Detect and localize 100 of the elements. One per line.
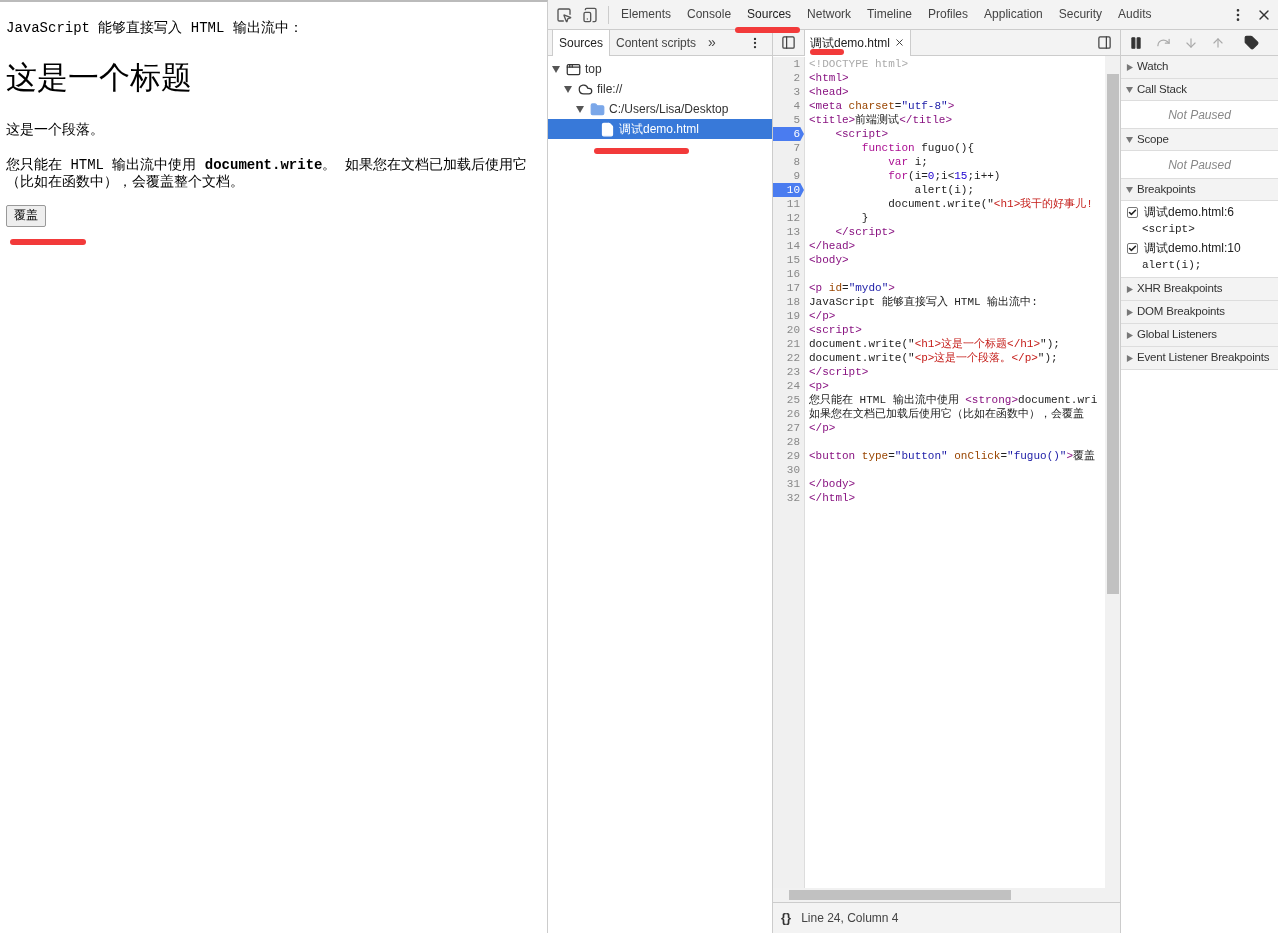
line-number[interactable]: 23	[773, 365, 804, 379]
panel-tab[interactable]: Console	[679, 0, 740, 30]
line-number[interactable]: 3	[773, 85, 804, 99]
horizontal-scrollbar[interactable]	[773, 888, 1105, 902]
expand-arrow-icon[interactable]	[1126, 354, 1133, 362]
line-number[interactable]: 7	[773, 141, 804, 155]
format-button[interactable]: {}	[781, 908, 792, 928]
code-line: 您只能在 HTML 输出流中使用 <strong>document.wri	[809, 393, 1099, 407]
panel-tab[interactable]: Audits	[1110, 0, 1160, 30]
section-title[interactable]: Watch	[1137, 58, 1169, 76]
line-number[interactable]: 31	[773, 477, 804, 491]
status-message: Not Paused	[1168, 106, 1231, 124]
code-line: </body>	[809, 477, 857, 491]
pause-icon[interactable]	[1129, 35, 1143, 50]
breakpoint-checkbox[interactable]	[1127, 242, 1138, 254]
expand-arrow-icon[interactable]	[1126, 186, 1133, 193]
close-tab-icon[interactable]	[894, 37, 906, 48]
code-line: <p id="mydo">	[809, 281, 896, 295]
paragraph-text: 这是一个段落。	[6, 120, 105, 140]
line-number[interactable]: 4	[773, 99, 804, 113]
line-number[interactable]: 22	[773, 351, 804, 365]
line-number[interactable]: 13	[773, 225, 804, 239]
intro-text: JavaScript 能够直接写入 HTML 输出流中：	[6, 19, 304, 38]
expand-arrow-icon[interactable]	[576, 105, 584, 113]
page-heading: 这是一个标题	[6, 59, 193, 97]
code-line: </html>	[809, 491, 857, 505]
breakpoint-marker[interactable]: 10	[773, 183, 804, 197]
line-number[interactable]: 8	[773, 155, 804, 169]
line-number[interactable]: 14	[773, 239, 804, 253]
line-number[interactable]: 9	[773, 169, 804, 183]
inspect-icon[interactable]	[556, 6, 572, 23]
panel-tab[interactable]: Profiles	[920, 0, 977, 30]
line-number[interactable]: 2	[773, 71, 804, 85]
line-number[interactable]: 27	[773, 421, 804, 435]
expand-arrow-icon[interactable]	[1126, 285, 1133, 293]
expand-arrow-icon[interactable]	[1126, 308, 1133, 316]
expand-arrow-icon[interactable]	[564, 85, 572, 93]
expand-arrow-icon[interactable]	[1126, 136, 1133, 143]
line-number[interactable]: 18	[773, 295, 804, 309]
device-icon[interactable]	[582, 6, 598, 23]
expand-arrow-icon[interactable]	[552, 65, 560, 73]
expand-arrow-icon[interactable]	[1126, 63, 1133, 71]
tree-item[interactable]: top	[548, 59, 772, 79]
expand-arrow-icon[interactable]	[1126, 331, 1133, 339]
breakpoint-location: 调试demo.html:10	[1144, 240, 1241, 257]
code-line: var i;	[887, 155, 929, 169]
section-title[interactable]: Scope	[1137, 130, 1169, 149]
line-number[interactable]: 12	[773, 211, 804, 225]
annotation-stroke	[735, 27, 800, 33]
line-number[interactable]: 24	[773, 379, 804, 393]
breakpoint-checkbox[interactable]	[1127, 206, 1138, 218]
line-number[interactable]: 20	[773, 323, 804, 337]
code-line: JavaScript 能够直接写入 HTML 输出流中:	[809, 295, 1039, 309]
code-line: function fuguo(){	[860, 141, 976, 155]
line-number[interactable]: 26	[773, 407, 804, 421]
breakpoint-marker[interactable]: 6	[773, 127, 804, 141]
code-line: document.write("<p>这是一个段落。</p>");	[809, 351, 1059, 365]
tree-item[interactable]: C:/Users/Lisa/Desktop	[548, 99, 772, 119]
code-line: <button type="button" onClick="fuguo()">覆盖	[809, 449, 1097, 463]
code-line: </p>	[809, 309, 837, 323]
more-tabs-button[interactable]: »	[702, 32, 722, 53]
line-number[interactable]: 5	[773, 113, 804, 127]
toggle-navigator-icon[interactable]	[781, 35, 796, 50]
navigator-tab[interactable]: Sources	[552, 29, 611, 56]
line-number[interactable]: 19	[773, 309, 804, 323]
panel-tab[interactable]: Network	[799, 0, 860, 30]
annotation-stroke	[810, 49, 844, 55]
line-number[interactable]: 30	[773, 463, 804, 477]
line-number[interactable]: 16	[773, 267, 804, 281]
panel-tab[interactable]: Elements	[613, 0, 680, 30]
cover-button[interactable]: 覆盖	[6, 204, 46, 227]
line-number[interactable]: 1	[773, 57, 804, 71]
line-number[interactable]: 29	[773, 449, 804, 463]
panel-tab[interactable]: Application	[976, 0, 1051, 30]
code-line: </p>	[809, 421, 837, 435]
code-line: <body>	[809, 253, 850, 267]
code-line: <script>	[834, 127, 890, 141]
toggle-debugger-icon[interactable]	[1097, 35, 1112, 50]
code-line: }	[860, 211, 870, 225]
cursor-position: Line 24, Column 4	[801, 910, 899, 927]
tree-item[interactable]: 调试demo.html	[548, 119, 772, 139]
frame-icon	[566, 61, 581, 77]
tree-item[interactable]: file://	[548, 79, 772, 99]
line-number[interactable]: 21	[773, 337, 804, 351]
code-line: </script>	[809, 365, 870, 379]
expand-arrow-icon[interactable]	[1126, 86, 1133, 93]
breakpoint-code: alert(i);	[1141, 258, 1203, 273]
navigator-tab[interactable]: Content scripts	[610, 29, 703, 56]
panel-tab[interactable]: Security	[1050, 0, 1111, 30]
line-number[interactable]: 32	[773, 491, 804, 505]
line-number[interactable]: 28	[773, 435, 804, 449]
vertical-scrollbar[interactable]	[1105, 56, 1120, 902]
deactivate-breakpoints-icon[interactable]	[1244, 35, 1259, 50]
code-line: <meta charset="utf-8">	[809, 99, 956, 113]
line-number[interactable]: 25	[773, 393, 804, 407]
line-number[interactable]: 17	[773, 281, 804, 295]
breakpoint-code: <script>	[1141, 222, 1196, 237]
panel-tab[interactable]: Timeline	[859, 0, 920, 30]
line-number[interactable]: 15	[773, 253, 804, 267]
line-number[interactable]: 11	[773, 197, 804, 211]
